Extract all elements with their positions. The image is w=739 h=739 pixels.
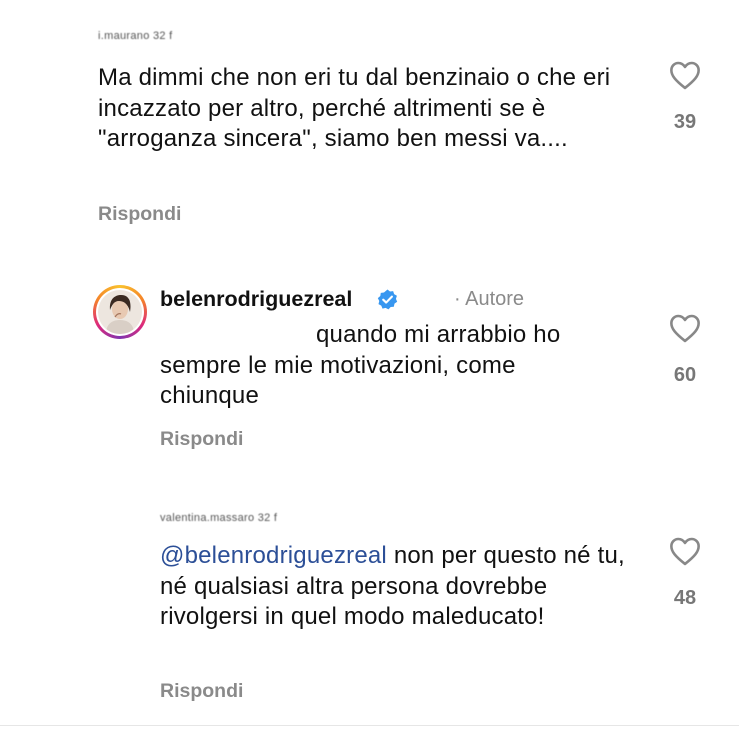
heart-icon[interactable] xyxy=(668,536,702,566)
heart-icon[interactable] xyxy=(668,313,702,343)
verified-badge-icon xyxy=(377,289,398,310)
comment-2-reply-button[interactable]: Rispondi xyxy=(160,428,243,451)
comment-1-username[interactable]: i.maurano 32 f xyxy=(98,30,173,42)
heart-icon[interactable] xyxy=(668,60,702,90)
comment-2-text: quando mi arrabbio ho sempre le mie moti… xyxy=(160,321,561,409)
comment-3-username[interactable]: valentina.massaro 32 f xyxy=(160,512,277,524)
divider xyxy=(0,725,739,726)
comment-2-like-count: 60 xyxy=(673,364,697,386)
comment-1-like-count: 39 xyxy=(673,111,697,133)
comment-2-username[interactable]: belenrodriguezreal xyxy=(160,287,352,312)
avatar-border xyxy=(96,288,144,336)
comment-3-text: @belenrodriguezreal non per questo né tu… xyxy=(160,541,630,633)
comment-3-like-count: 48 xyxy=(673,587,697,609)
comment-3-reply-button[interactable]: Rispondi xyxy=(160,680,243,703)
comment-1-reply-button[interactable]: Rispondi xyxy=(98,203,181,226)
avatar-photo xyxy=(98,290,142,334)
comment-1-text: Ma dimmi che non eri tu dal benzinaio o … xyxy=(98,64,611,152)
avatar[interactable] xyxy=(93,285,147,339)
author-tag: · Autore xyxy=(454,288,525,310)
mention-link[interactable]: @belenrodriguezreal xyxy=(160,542,387,569)
